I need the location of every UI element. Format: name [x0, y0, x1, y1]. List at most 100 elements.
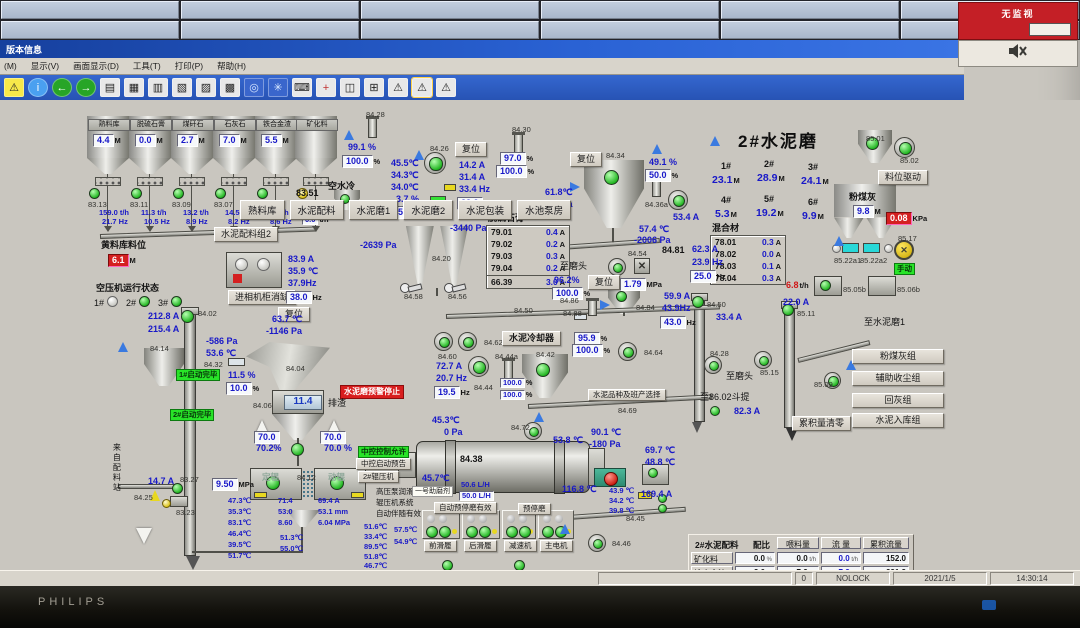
column-header: 累积流量 [863, 537, 909, 549]
tab-水泥包装[interactable]: 水泥包装 [458, 200, 513, 220]
column-header: 配比 [753, 540, 771, 550]
ratio-cell[interactable]: 0.0 % [735, 552, 775, 564]
value-label: 85.06b [897, 285, 920, 294]
ash-return-group-button[interactable]: 回灰组 [852, 393, 944, 409]
value-label: 自动伴随有效 [376, 509, 421, 518]
alarm-active-icon[interactable]: ⚠ [411, 77, 433, 98]
value-label: 215.4 A [148, 324, 180, 334]
prestop-button[interactable]: 预停磨 [518, 503, 551, 515]
menu-view[interactable]: 显示(V) [31, 60, 59, 72]
value-label: 84.28 [710, 349, 729, 358]
fly-ash-group-button[interactable]: 粉煤灰组 [852, 349, 944, 365]
alarm-banner-text: 无监视 [1001, 9, 1035, 19]
value-label: 50.0 L/H [459, 491, 494, 501]
silo-cone [834, 217, 864, 238]
value-label: 1.79 MPa [620, 278, 662, 292]
add-report-icon[interactable]: + [316, 78, 336, 97]
back-icon[interactable]: ← [52, 78, 72, 97]
page-title: 2#水泥磨 [738, 132, 818, 151]
value-label: 38.0 Hz [286, 291, 322, 305]
tab-水池泵房[interactable]: 水池泵房 [517, 200, 572, 220]
menu-tools[interactable]: 工具(T) [133, 60, 161, 72]
value-label: 84.60 [438, 352, 457, 361]
panel-lamp [519, 526, 531, 538]
roller-press-button[interactable]: 2#辊压机 [358, 471, 399, 483]
value-label: 43.9 ℃ [609, 486, 635, 495]
alarm-grid-cell [541, 21, 719, 39]
alarm-device-icon[interactable]: ⚠ [388, 78, 408, 97]
tile-windows-icon[interactable]: ⊞ [364, 78, 384, 97]
tab-水泥配料[interactable]: 水泥配料 [289, 200, 344, 220]
value-label: 85.22a1 [834, 256, 862, 265]
log-icon[interactable]: ▧ [172, 78, 192, 97]
panel-lamp [466, 526, 478, 538]
totalizer-reset-button[interactable]: 累积量清零 [792, 416, 852, 432]
reset-button[interactable]: 复位 [455, 142, 488, 158]
cement-storage-group-button[interactable]: 水泥入库组 [852, 413, 944, 429]
reset-button[interactable]: 复位 [588, 275, 621, 291]
circle-icon[interactable]: ◎ [244, 78, 264, 97]
value-label: 84.84 [636, 303, 655, 312]
silo-feed-rate: 159.0 t/h [99, 208, 130, 217]
fan-84-26 [424, 152, 446, 174]
toolbar: ⚠ i ← → ▤ ▦ ▥ ▧ ▨ ▩ ◎ ✳ ⌨ + ◫ ⊞ ⚠ ⚠ ⚠ [0, 75, 964, 100]
value-label: 51.6℃ [364, 522, 388, 531]
feeder-85-22a1 [842, 243, 859, 253]
menu-help[interactable]: 帮助(H) [217, 60, 246, 72]
value-label: 84.46 [612, 539, 631, 548]
tab-熟料库[interactable]: 熟料库 [240, 200, 285, 220]
value-label: 57.4 ℃ [639, 224, 670, 234]
value-label: 28.9M [757, 172, 785, 184]
status-lamp [442, 560, 453, 570]
silo-name: 熟料库 [88, 119, 130, 131]
keyboard-icon[interactable]: ⌨ [292, 78, 312, 97]
value-label: 85.22a2 [860, 256, 888, 265]
muted-speaker-icon[interactable] [1008, 43, 1028, 64]
manual-mode-label: 手动 [894, 263, 915, 275]
tab-bar: 熟料库 水泥配料 水泥磨1 水泥磨2 水泥包装 水池泵房 [240, 200, 572, 220]
graphics-icon[interactable]: ▦ [124, 78, 144, 97]
value-label: 63.7 ℃ [272, 314, 303, 324]
feed-cell[interactable]: 0.0 t/h [777, 552, 819, 564]
speaker-panel[interactable] [958, 40, 1078, 67]
aux-dust-group-button[interactable]: 辅助收尘组 [852, 371, 944, 387]
value-label: 来自配料站 [112, 443, 122, 493]
cement-type-select-button[interactable]: 水泥品种及班产选择 [588, 389, 666, 401]
value-label: 48.8 ℃ [645, 457, 676, 467]
value-label: 8.60 [278, 518, 293, 527]
start-complete-label: 2#启动完毕 [170, 409, 215, 421]
central-start-notice-button[interactable]: 中控启动预告 [356, 458, 411, 470]
batching-group2-button[interactable]: 水泥配料组2 [214, 227, 279, 243]
silo-cone [87, 158, 129, 174]
silo-feeder [221, 177, 247, 186]
warning-icon[interactable]: ⚠ [4, 78, 24, 97]
value-label: 84.50 [707, 300, 726, 309]
fan-lamp [672, 194, 686, 208]
menu-display[interactable]: 画面显示(D) [73, 60, 119, 72]
tab-水泥磨2[interactable]: 水泥磨2 [403, 200, 454, 220]
cascade-windows-icon[interactable]: ◫ [340, 78, 360, 97]
forward-icon[interactable]: → [76, 78, 96, 97]
level-drive-button[interactable]: 料位驱动 [878, 170, 929, 186]
monitor-logo [982, 600, 996, 610]
auto-prestop-button[interactable]: 自动预停磨有效 [434, 502, 497, 514]
value-label: 35.9 ℃ [288, 266, 319, 276]
value-label: 116.8 ℃ [562, 484, 597, 494]
monitor-brand: PHILIPS [38, 596, 109, 608]
report-icon[interactable]: ▤ [100, 78, 120, 97]
reset-button[interactable]: 复位 [570, 152, 603, 168]
flow-arrow-icon [834, 236, 844, 246]
settings-icon[interactable]: ✳ [268, 78, 288, 97]
grid-icon[interactable]: ▩ [220, 78, 240, 97]
template-icon[interactable]: ▨ [196, 78, 216, 97]
tab-水泥磨1[interactable]: 水泥磨1 [348, 200, 399, 220]
window-title: 版本信息 [6, 45, 43, 55]
menu-m[interactable]: (M) [4, 61, 17, 71]
info-icon[interactable]: i [28, 78, 48, 97]
value-label: 84.81 [662, 245, 685, 255]
schedule-icon[interactable]: ▥ [148, 78, 168, 97]
alarm-log-icon[interactable]: ⚠ [436, 78, 456, 97]
value-label: 53.4 A [673, 212, 700, 222]
indicator-box [351, 492, 364, 498]
menu-print[interactable]: 打印(P) [175, 60, 203, 72]
